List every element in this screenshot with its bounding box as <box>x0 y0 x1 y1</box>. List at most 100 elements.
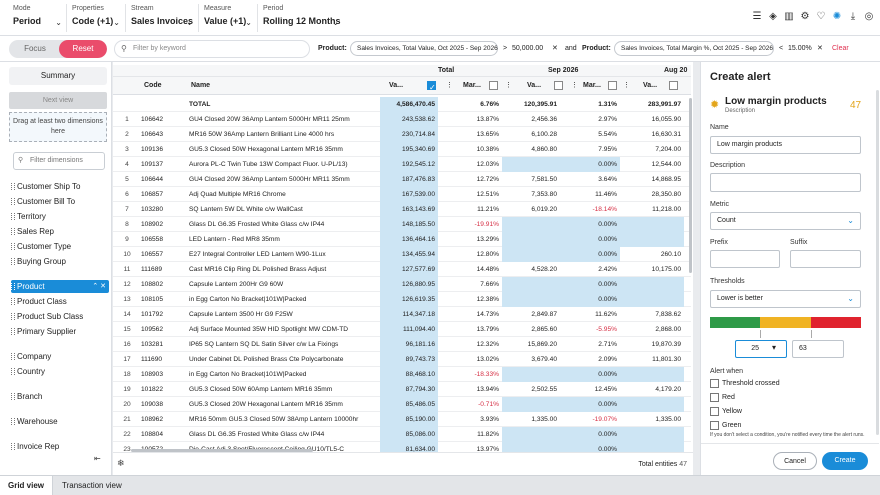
measure-selector[interactable]: Measure Value (+1) ⌄ <box>198 4 256 32</box>
table-row[interactable]: 14 101792 Capsule Lantern 3500 Hr G9 F25W 1… <box>113 307 691 322</box>
total-margin-checkbox[interactable] <box>489 81 498 90</box>
dimension-item[interactable]: Product Class <box>11 295 109 308</box>
table-row[interactable]: 9 106558 LED Lantern - Red MR8 35mm 136,464… <box>113 232 691 247</box>
heart-icon[interactable]: ♡ <box>816 10 826 24</box>
filter1-remove-icon[interactable]: ✕ <box>552 41 558 56</box>
filter2-operator[interactable]: < <box>779 41 783 56</box>
focus-button[interactable]: Focus <box>9 40 61 58</box>
threshold-low-input[interactable]: 25 ▾ <box>735 340 787 358</box>
filter2-remove-icon[interactable]: ✕ <box>817 41 823 56</box>
dimension-actions[interactable]: ⌃ ✕ <box>92 280 106 293</box>
download-icon[interactable]: ⤓ <box>848 10 858 24</box>
col-header-sep-value[interactable]: Va... <box>527 77 541 95</box>
dimension-item[interactable]: Branch <box>11 390 109 403</box>
clear-filters-link[interactable]: Clear <box>832 41 849 56</box>
gear-icon[interactable]: ⚙ <box>800 10 810 24</box>
table-row[interactable]: 16 103281 IP65 SQ Lantern SQ DL Satin Silv… <box>113 337 691 352</box>
col-header-menu-icon[interactable]: ⋮ <box>571 77 578 95</box>
reset-button[interactable]: Reset <box>59 40 107 58</box>
table-row[interactable]: 3 109136 GU5.3 Closed 50W Hexagonal Lanter… <box>113 142 691 157</box>
metric-select[interactable]: Count ⌄ <box>710 212 861 230</box>
suffix-field[interactable] <box>790 250 861 268</box>
chart-icon[interactable]: ▥ <box>784 10 794 24</box>
table-row[interactable]: 10 106557 E27 Integral Controller LED Lant… <box>113 247 691 262</box>
filter-dimensions-input[interactable]: ⚲ Filter dimensions <box>13 152 105 170</box>
dimension-item[interactable]: Primary Supplier <box>11 325 109 338</box>
next-view-button[interactable]: Next view <box>9 92 107 109</box>
sep-value-checkbox[interactable] <box>554 81 563 90</box>
table-row[interactable]: 1 106642 GU4 Closed 20W 36Amp Lantern 5000… <box>113 112 691 127</box>
alert-panel-scrollbar[interactable] <box>876 90 879 435</box>
table-row[interactable]: 8 108902 Glass DL G6.35 Frosted White Glas… <box>113 217 691 232</box>
col-header-total-value[interactable]: Va... <box>389 77 403 95</box>
yellow-checkbox[interactable] <box>710 407 719 416</box>
mode-selector[interactable]: Mode Period ⌄ <box>8 4 66 32</box>
table-row[interactable]: 20 109038 GU5.3 Closed 20W Hexagonal Lante… <box>113 397 691 412</box>
dimension-item[interactable]: Product Sub Class <box>11 310 109 323</box>
filter1-value[interactable]: 50,000.00 <box>512 41 543 56</box>
col-header-code[interactable]: Code <box>144 77 162 95</box>
cancel-button[interactable]: Cancel <box>773 452 817 470</box>
drop-zone[interactable]: Drag at least two dimensions here <box>9 112 107 142</box>
col-header-name[interactable]: Name <box>191 77 210 95</box>
vertical-scrollbar[interactable] <box>689 98 692 273</box>
dimension-item[interactable]: Territory <box>11 210 109 223</box>
dimension-item-product[interactable]: Product ⌃ ✕ <box>11 280 109 293</box>
threshold-high-input[interactable]: 63 <box>792 340 844 358</box>
dimension-item[interactable]: Company <box>11 350 109 363</box>
dimension-item[interactable]: Sales Rep <box>11 225 109 238</box>
alert-icon[interactable]: ✺ <box>832 10 842 24</box>
prefix-field[interactable] <box>710 250 780 268</box>
total-row[interactable]: TOTAL 4,586,470.45 6.76% 120,395.91 1.31% 283… <box>113 97 691 112</box>
stream-selector[interactable]: Stream Sales Invoices ⌄ <box>125 4 197 32</box>
threshold-crossed-checkbox[interactable] <box>710 379 719 388</box>
summary-button[interactable]: Summary <box>9 67 107 85</box>
col-header-menu-icon[interactable]: ⋮ <box>446 77 453 95</box>
keyword-search-input[interactable]: ⚲ Filter by keyword <box>114 40 310 58</box>
total-value-checkbox[interactable] <box>427 79 436 97</box>
dimension-item[interactable]: Invoice Rep <box>11 440 109 453</box>
sep-margin-checkbox[interactable] <box>608 81 617 90</box>
collapse-panel-icon[interactable]: ⇤ <box>94 454 101 463</box>
filter2-pill[interactable]: Sales Invoices, Total Margin %, Oct 2025… <box>614 41 774 56</box>
col-header-menu-icon[interactable]: ⋮ <box>505 77 512 95</box>
table-row[interactable]: 15 109562 Adj Surface Mounted 35W HID Spot… <box>113 322 691 337</box>
create-button[interactable]: Create <box>822 452 868 470</box>
tab-grid-view[interactable]: Grid view <box>0 476 54 495</box>
filter2-value[interactable]: 15.00% <box>788 41 812 56</box>
period-selector[interactable]: Period Rolling 12 Months ⌄ <box>257 4 343 32</box>
table-row[interactable]: 13 108105 in Egg Carton No Bracket|101W|Pa… <box>113 292 691 307</box>
col-header-aug-value[interactable]: Va... <box>643 77 657 95</box>
col-header-total-margin[interactable]: Mar... <box>463 77 481 95</box>
thresholds-select[interactable]: Lower is better ⌄ <box>710 290 861 308</box>
freeze-icon[interactable]: ❄ <box>117 458 125 469</box>
table-row[interactable]: 6 106857 Adj Quad Multiple MR16 Chrome 167,… <box>113 187 691 202</box>
table-row[interactable]: 21 108962 MR16 50mm GU5.3 Closed 50W 38Amp… <box>113 412 691 427</box>
col-header-menu-icon[interactable]: ⋮ <box>623 77 630 95</box>
green-checkbox[interactable] <box>710 421 719 430</box>
table-row[interactable]: 18 108903 in Egg Carton No Bracket|101W|Pa… <box>113 367 691 382</box>
col-header-sep-margin[interactable]: Mar... <box>583 77 601 95</box>
table-row[interactable]: 12 108802 Capsule Lantern 200Hr G9 60W 126,… <box>113 277 691 292</box>
table-row[interactable]: 17 111690 Under Cabinet DL Polished Brass … <box>113 352 691 367</box>
list-search-icon[interactable]: ☰ <box>752 10 762 24</box>
table-row[interactable]: 7 103280 SQ Lantern 5W DL White c/w WallCa… <box>113 202 691 217</box>
paint-bucket-icon[interactable]: ◈ <box>768 10 778 24</box>
tab-transaction-view[interactable]: Transaction view <box>54 476 130 495</box>
table-row[interactable]: 19 101822 GU5.3 Closed 50W 60Amp Lantern M… <box>113 382 691 397</box>
layers-icon[interactable]: ◎ <box>864 10 874 24</box>
table-row[interactable]: 2 106643 MR16 50W 36Amp Lantern Brilliant … <box>113 127 691 142</box>
filter1-operator[interactable]: > <box>503 41 507 56</box>
table-row[interactable]: 5 106644 GU4 Closed 20W 36Amp Lantern 5000… <box>113 172 691 187</box>
table-row[interactable]: 11 111689 Cast MR16 Clip Ring DL Polished … <box>113 262 691 277</box>
dimension-item[interactable]: Warehouse <box>11 415 109 428</box>
table-row[interactable]: 22 108804 Glass DL G6.35 Frosted White Gla… <box>113 427 691 442</box>
description-field[interactable] <box>710 173 861 192</box>
dimension-item[interactable]: Customer Ship To <box>11 180 109 193</box>
table-row[interactable]: 4 109137 Aurora PL-C Twin Tube 13W Compact… <box>113 157 691 172</box>
dimension-item[interactable]: Buying Group <box>11 255 109 268</box>
red-checkbox[interactable] <box>710 393 719 402</box>
dimension-item[interactable]: Customer Bill To <box>11 195 109 208</box>
properties-selector[interactable]: Properties Code (+1) ⌄ <box>66 4 124 32</box>
dimension-item[interactable]: Customer Type <box>11 240 109 253</box>
